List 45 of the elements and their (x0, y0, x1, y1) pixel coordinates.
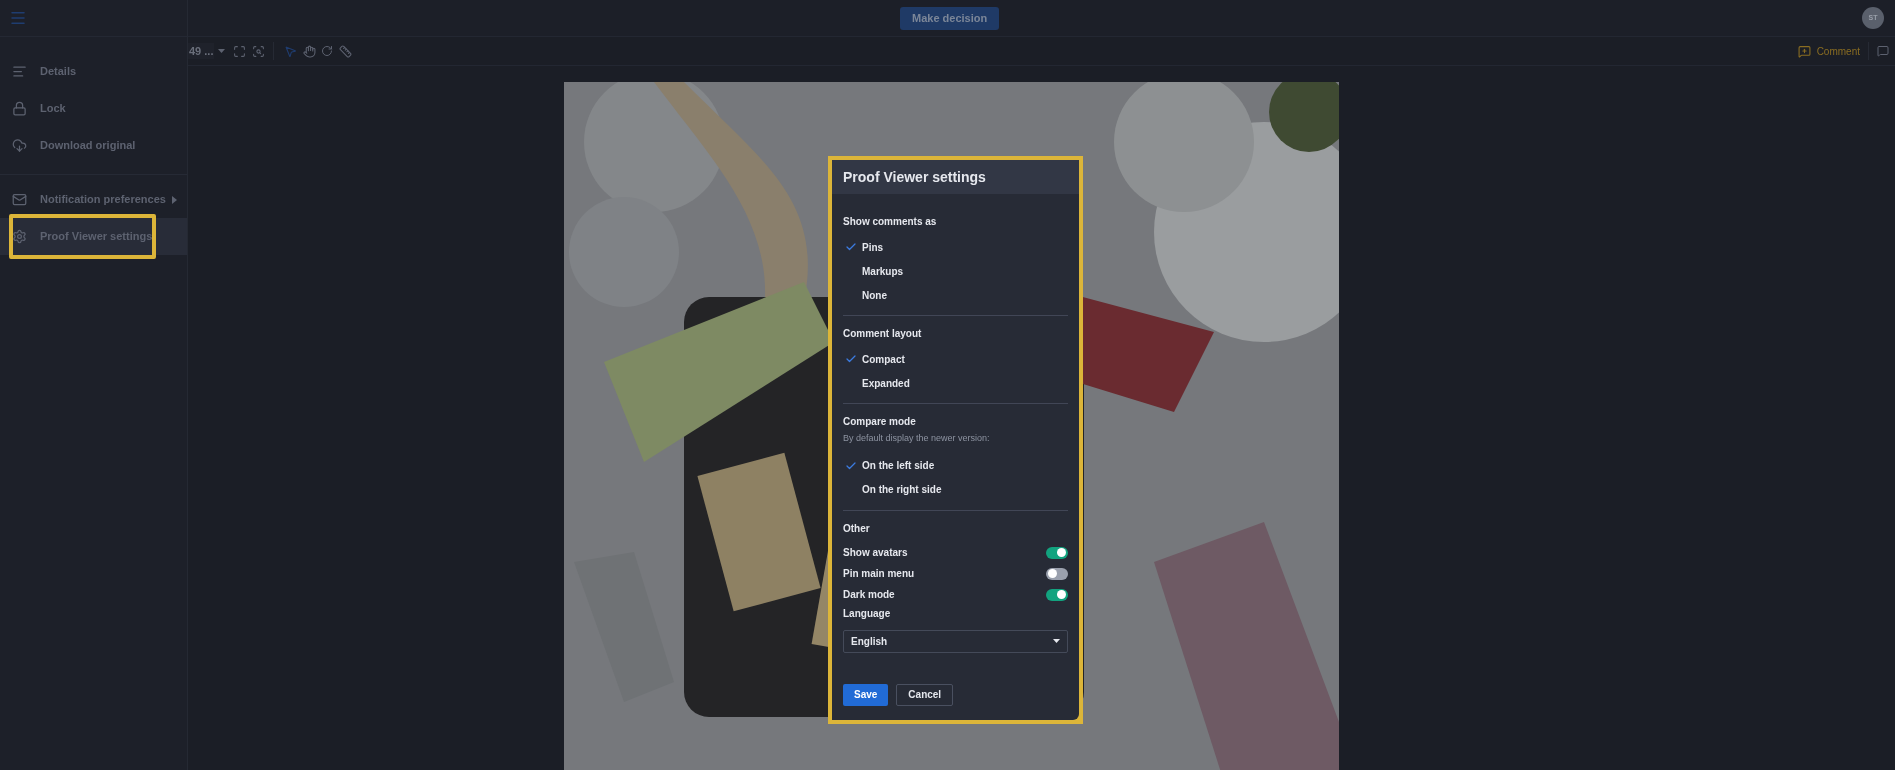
lock-icon (12, 101, 27, 116)
caret-icon (172, 195, 177, 204)
settings-icon (12, 229, 27, 244)
toggle-switch[interactable] (1046, 546, 1068, 559)
dialog-title: Proof Viewer settings (843, 167, 986, 187)
option-item[interactable]: On the left side (843, 453, 1068, 478)
dropdown-caret-icon (1053, 639, 1060, 643)
section-title: Comment layout (843, 327, 923, 339)
toggle-label: Pin main menu (843, 567, 915, 581)
zoom-value[interactable]: 49 ... (188, 42, 215, 60)
option-item[interactable]: Compact (843, 347, 1068, 371)
language-label: Language (843, 606, 892, 621)
lines-icon (12, 64, 27, 79)
section-title: Show comments as (843, 215, 938, 227)
section-title: Other (843, 521, 871, 536)
comment-button[interactable]: Comment (1797, 43, 1860, 59)
section-title: Compare mode (843, 415, 917, 427)
toggle-switch[interactable] (1046, 567, 1068, 580)
rotate-icon[interactable] (321, 45, 334, 57)
hand-icon[interactable] (303, 44, 317, 58)
option-item[interactable]: None (843, 283, 1068, 307)
cancel-button[interactable]: Cancel (896, 683, 954, 706)
language-select[interactable]: English (843, 629, 1068, 653)
dropdown-caret-icon[interactable] (218, 49, 226, 53)
option-item[interactable]: On the right side (843, 477, 1068, 502)
make-decision-button[interactable]: Make decision (900, 6, 1000, 30)
add-comment-icon (1797, 44, 1811, 58)
envelope-icon (12, 192, 27, 207)
option-item[interactable]: Pins (843, 235, 1068, 259)
check-icon (844, 241, 857, 253)
option-item[interactable]: Expanded (843, 371, 1068, 395)
pointer-icon[interactable] (284, 44, 298, 58)
section-hint: By default display the newer version: (843, 432, 991, 445)
zoom-area-icon[interactable] (252, 44, 266, 58)
toggle-switch[interactable] (1046, 588, 1068, 601)
save-button[interactable]: Save (843, 683, 889, 706)
ruler-icon[interactable] (339, 44, 353, 58)
fit-screen-icon[interactable] (233, 44, 247, 58)
menu-icon[interactable] (9, 9, 27, 27)
toggle-label: Show avatars (843, 546, 908, 560)
cloud-download-icon (12, 138, 27, 153)
toggle-label: Dark mode (843, 588, 895, 602)
comments-panel-icon[interactable] (1877, 45, 1889, 57)
check-icon (844, 353, 857, 365)
option-item[interactable]: Markups (843, 259, 1068, 283)
